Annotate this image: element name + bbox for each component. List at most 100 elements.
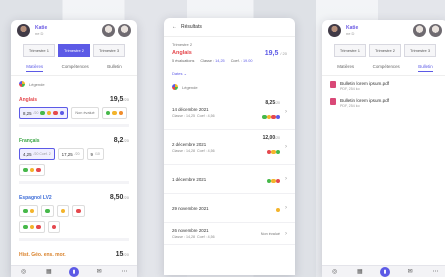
profile-header[interactable]: Katie ne D (11, 20, 137, 40)
avatar (17, 24, 30, 37)
tab-trimestre-2[interactable]: Trimestre 2 (368, 44, 402, 57)
avatar-secondary[interactable] (413, 24, 426, 37)
bulletin-item[interactable]: Bulletin lorem ipsum.pdf PDF, 254 ko (322, 93, 445, 110)
tab-matieres[interactable]: Matières (26, 64, 44, 72)
tab-competences[interactable]: Compétences (373, 64, 400, 72)
legend-label: Légende (29, 81, 45, 87)
subject-average: 8,2/20 (113, 137, 129, 144)
evaluation-list: 14 décembre 2021 Classe : 14,25 Coef : 4,… (164, 93, 295, 247)
subject-card[interactable]: Espagnol LV2 8,50/20 (11, 188, 137, 245)
home-icon[interactable]: ◎ (19, 267, 29, 277)
subject-average: 15/20 (115, 251, 129, 258)
skill-dot-icon (46, 110, 52, 116)
bulletin-item[interactable]: Bulletin lorem ipsum.pdf PDF, 254 ko (322, 76, 445, 93)
skill-chip[interactable] (72, 205, 85, 217)
calendar-icon[interactable]: ▦ (355, 267, 365, 277)
calendar-icon[interactable]: ▦ (44, 267, 54, 277)
chevron-down-icon: ⌄ (183, 71, 187, 76)
grade-chip[interactable]: 4,25/20 Coef. 2 (19, 148, 55, 160)
legend-icon (172, 84, 178, 90)
subject-name: Français (19, 138, 40, 144)
mail-icon[interactable]: ✉ (94, 267, 104, 277)
pdf-icon (330, 98, 336, 105)
profile-class: ne D (35, 30, 44, 36)
back-arrow-icon[interactable]: ← (172, 24, 177, 30)
tab-trimestre-3[interactable]: Trimestre 3 (404, 44, 437, 57)
legend-icon (19, 81, 25, 87)
subject-name: Espagnol LV2 (19, 195, 52, 201)
avatar-secondary[interactable] (102, 24, 115, 37)
grade-chip[interactable]: 8,25/20 (19, 107, 69, 119)
phone-results: ← Résultats Trimestre 2 Anglais 19,5 / 2… (164, 18, 295, 275)
results-title: Résultats (181, 24, 202, 30)
avatar-tertiary[interactable] (429, 24, 442, 37)
avatar-tertiary[interactable] (118, 24, 131, 37)
subject-card[interactable]: Hist. Géo. ens. mor. 15/20 (11, 245, 137, 262)
tab-trimestre-1[interactable]: Trimestre 1 (22, 44, 55, 57)
tab-bulletin[interactable]: Bulletin (418, 64, 433, 72)
skill-chip[interactable] (56, 205, 69, 217)
legend-button[interactable]: Légende (164, 79, 295, 93)
chevron-right-icon: › (285, 205, 287, 211)
home-icon[interactable]: ◎ (330, 267, 340, 277)
legend-label: Légende (182, 84, 198, 90)
skill-chip[interactable] (19, 205, 38, 217)
chevron-right-icon: › (285, 230, 287, 237)
avatar (328, 24, 341, 37)
skill-chip[interactable] (47, 221, 60, 233)
subject-name: Hist. Géo. ens. mor. (19, 252, 66, 258)
evaluation-row[interactable]: 26 novembre 2021 Classe : 14,28 Coef : 4,… (164, 223, 295, 245)
mail-icon[interactable]: ✉ (405, 267, 415, 277)
profile-name: Katie (346, 24, 359, 31)
subject-name: Anglais (19, 97, 38, 103)
chart-icon[interactable]: ▮ (379, 266, 390, 277)
section-tabs: Matières Compétences Bulletin (11, 60, 137, 76)
subject-average: 8,50/20 (109, 194, 129, 201)
grade-chip[interactable]: Non évalué (71, 107, 99, 119)
skill-chip[interactable] (41, 205, 54, 217)
tab-trimestre-2[interactable]: Trimestre 2 (57, 44, 91, 57)
chart-icon[interactable]: ▮ (68, 266, 79, 277)
profile-name: Katie (35, 24, 48, 31)
tab-trimestre-1[interactable]: Trimestre 1 (333, 44, 366, 57)
profile-class: ne D (346, 30, 355, 36)
profile-header[interactable]: Katie ne D (322, 20, 445, 40)
chevron-right-icon: › (285, 109, 287, 115)
skill-dot-icon (53, 110, 58, 116)
tab-matieres[interactable]: Matières (337, 64, 354, 72)
subject-card[interactable]: Français 8,2/20 4,25/20 Coef. 2 17,25/20… (11, 131, 137, 188)
evaluation-row[interactable]: 14 décembre 2021 Classe : 14,25 Coef : 4,… (164, 95, 295, 130)
grade-chip[interactable]: 9/10 (86, 148, 104, 160)
trimester-selector: Trimestre 1 Trimestre 2 Trimestre 3 (11, 40, 137, 60)
results-header: ← Résultats (164, 18, 295, 37)
phone-bulletins: Katie ne D Trimestre 1 Trimestre 2 Trime… (322, 20, 445, 277)
subject-name: Anglais (172, 50, 192, 56)
more-icon[interactable]: ⋯ (430, 267, 440, 277)
subject-meta: 5 évaluations Classe : 14,25 Coef. : 19.… (172, 59, 253, 63)
evaluation-row[interactable]: 29 novembre 2021 › (164, 194, 295, 223)
skill-chip[interactable] (19, 164, 45, 176)
tab-trimestre-3[interactable]: Trimestre 3 (93, 44, 126, 57)
trimester-label: Trimestre 2 (172, 42, 193, 47)
grade-chip[interactable]: 17,25/20 (57, 148, 84, 160)
subject-card[interactable]: Anglais 19,5/20 8,25/20 Non évalué (11, 90, 137, 131)
evaluation-row[interactable]: 2 décembre 2021 Classe : 14,28 Coef : 4,5… (164, 130, 295, 165)
section-tabs: Matières Compétences Bulletin (322, 60, 445, 76)
chevron-right-icon: › (285, 144, 287, 150)
more-icon[interactable]: ⋯ (119, 267, 129, 277)
tab-bulletin[interactable]: Bulletin (107, 64, 121, 72)
trimester-selector: Trimestre 1 Trimestre 2 Trimestre 3 (322, 40, 445, 60)
sort-dropdown[interactable]: Dates ⌄ (164, 68, 295, 79)
subject-average: 19,5 / 20 (264, 50, 287, 57)
bottom-nav: ◎ ▦ ▮ ✉ ⋯ (322, 265, 445, 277)
skill-dot-icon (40, 110, 45, 116)
skill-chip[interactable] (101, 107, 128, 119)
evaluation-row[interactable]: 1 décembre 2021 › (164, 165, 295, 194)
skill-dot-icon (59, 110, 65, 116)
subject-average: 19,5/20 (109, 96, 129, 103)
skill-chip[interactable] (19, 221, 45, 233)
pdf-icon (330, 81, 336, 88)
chevron-right-icon: › (285, 176, 287, 182)
tab-competences[interactable]: Compétences (62, 64, 89, 72)
legend-button[interactable]: Légende (11, 76, 137, 90)
